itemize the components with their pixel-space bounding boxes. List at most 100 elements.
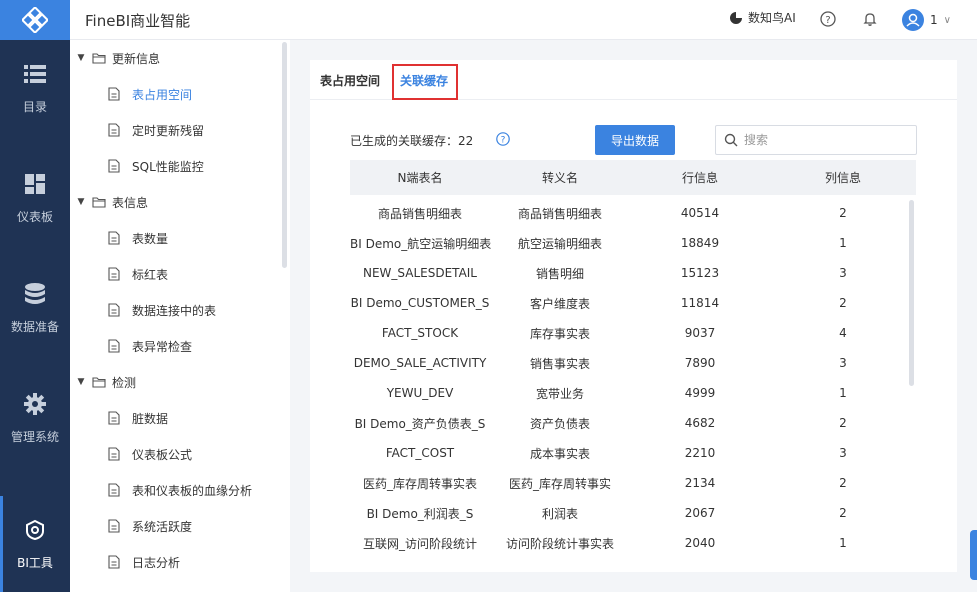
- cell-rows: 9037: [684, 326, 716, 340]
- table-row[interactable]: 互联网_访问阶段统计 访问阶段统计事实表 2040 1: [350, 528, 916, 558]
- cell-rows: 18849: [680, 236, 720, 250]
- cell-alias: 利润表: [541, 506, 578, 521]
- cell-alias: 航空运输明细表: [517, 236, 602, 251]
- tool-tree-panel: ▼ 更新信息表占用空间定时更新残留 SQL性能监控 ▼ 表信息 表数量标红表数据连接中的表…: [70, 40, 290, 592]
- column-header-alias[interactable]: 转义名: [490, 169, 630, 186]
- tree-item-label: 定时更新残留: [132, 123, 205, 138]
- user-menu[interactable]: 1 ∨: [902, 9, 951, 31]
- dashboard-icon: [23, 172, 47, 196]
- svg-text:?: ?: [501, 136, 506, 146]
- nav-item-dashboard[interactable]: 仪表板: [0, 150, 70, 246]
- nav-item-catalog[interactable]: 目录: [0, 40, 70, 136]
- export-data-button[interactable]: 导出数据: [595, 125, 675, 155]
- svg-text:?: ?: [825, 15, 830, 26]
- question-icon[interactable]: ?: [496, 132, 510, 146]
- list-icon: [23, 62, 47, 86]
- tree-item[interactable]: 脏数据: [108, 400, 168, 436]
- tree-item[interactable]: SQL性能监控: [108, 148, 204, 184]
- tree-item[interactable]: 数据连接中的表: [108, 292, 216, 328]
- tree-item[interactable]: 表数量: [108, 220, 168, 256]
- tree-item[interactable]: 表和仪表板的血缘分析: [108, 472, 252, 508]
- caret-down-icon[interactable]: ▼: [74, 53, 88, 63]
- cell-cols: 1: [839, 386, 847, 400]
- cell-n-table: BI Demo_CUSTOMER_S: [350, 296, 490, 310]
- cache-summary-count: 22: [458, 133, 474, 148]
- table-row[interactable]: BI Demo_资产负债表_S 资产负债表 4682 2: [350, 408, 916, 438]
- user-name: 1: [930, 13, 938, 27]
- caret-down-icon[interactable]: ▼: [74, 197, 88, 207]
- app-logo[interactable]: [0, 0, 70, 40]
- cell-cols: 3: [839, 266, 847, 280]
- bi-tool-icon: [23, 518, 47, 542]
- column-header-cols[interactable]: 列信息: [770, 169, 916, 186]
- tree-item[interactable]: 日志分析: [108, 544, 180, 580]
- cell-n-table: 互联网_访问阶段统计: [362, 536, 477, 551]
- cell-n-table: DEMO_SALE_ACTIVITY: [353, 356, 487, 370]
- tree-group[interactable]: ▼ 表信息: [70, 184, 148, 220]
- ai-assistant-button[interactable]: 数知鸟AI: [728, 9, 796, 26]
- table-row[interactable]: BI Demo_航空运输明细表 航空运输明细表 18849 1: [350, 228, 916, 258]
- tree-item-label: SQL性能监控: [132, 159, 204, 174]
- table-row[interactable]: YEWU_DEV 宽带业务 4999 1: [350, 378, 916, 408]
- notification-button[interactable]: [862, 11, 878, 27]
- search-field[interactable]: [715, 125, 917, 155]
- content-card: 表占用空间 关联缓存 已生成的关联缓存： 22 ? 导出数据 N端表名 转义名 …: [310, 60, 957, 572]
- tree-item[interactable]: 表占用空间: [108, 76, 192, 112]
- table-row[interactable]: NEW_SALESDETAIL 销售明细 15123 3: [350, 258, 916, 288]
- tree-item[interactable]: 仪表板公式: [108, 436, 192, 472]
- nav-item-bi-tools[interactable]: BI工具: [0, 496, 70, 592]
- document-icon: [108, 519, 120, 533]
- table-row[interactable]: FACT_COST 成本事实表 2210 3: [350, 438, 916, 468]
- tab-bar: 表占用空间 关联缓存: [310, 60, 957, 100]
- table-row[interactable]: DEMO_SALE_ACTIVITY 销售事实表 7890 3: [350, 348, 916, 378]
- cell-rows: 2210: [684, 446, 716, 460]
- cell-alias: 资产负债表: [529, 416, 590, 431]
- table-row[interactable]: FACT_STOCK 库存事实表 9037 4: [350, 318, 916, 348]
- cell-cols: 2: [839, 506, 847, 520]
- tree-group[interactable]: ▼ 检测: [70, 364, 136, 400]
- tab-table-space[interactable]: 表占用空间: [320, 60, 380, 100]
- cell-rows: 4999: [684, 386, 716, 400]
- tree-item[interactable]: 系统活跃度: [108, 508, 192, 544]
- cache-summary: 已生成的关联缓存： 22: [350, 132, 473, 149]
- caret-down-icon[interactable]: ▼: [74, 377, 88, 387]
- page-scrollbar[interactable]: [970, 530, 977, 580]
- tree-item[interactable]: 表异常检查: [108, 328, 192, 364]
- tree-item-label: 日志分析: [132, 555, 181, 570]
- ai-assistant-label: 数知鸟AI: [748, 11, 796, 25]
- avatar-icon: [902, 9, 924, 31]
- ai-bird-icon: [730, 11, 742, 24]
- tree-item-label: 脏数据: [132, 411, 169, 426]
- tree-group[interactable]: ▼ 更新信息: [70, 40, 160, 76]
- tree-item[interactable]: 定时更新残留: [108, 112, 204, 148]
- tree-item[interactable]: 标红表: [108, 256, 168, 292]
- cell-alias: 医药_库存周转事实: [508, 476, 611, 491]
- finebi-logo-icon: [22, 7, 48, 33]
- tree-item-label: 标红表: [132, 267, 169, 282]
- search-input[interactable]: [744, 133, 904, 147]
- nav-item-data-prep[interactable]: 数据准备: [0, 260, 70, 356]
- database-icon: [23, 282, 47, 306]
- cell-cols: 3: [839, 356, 847, 370]
- table-row[interactable]: BI Demo_利润表_S 利润表 2067 2: [350, 498, 916, 528]
- column-header-n-table[interactable]: N端表名: [350, 169, 490, 186]
- gear-icon: [23, 392, 47, 416]
- cell-n-table: NEW_SALESDETAIL: [362, 266, 477, 280]
- help-button[interactable]: ?: [820, 11, 836, 27]
- table-scrollbar[interactable]: [909, 200, 914, 386]
- cache-summary-label: 已生成的关联缓存：: [350, 134, 459, 148]
- table-row[interactable]: 商品销售明细表 商品销售明细表 40514 2: [350, 198, 916, 228]
- top-header: FineBI商业智能 数知鸟AI ? 1 ∨: [70, 0, 977, 40]
- tree-scrollbar[interactable]: [282, 42, 287, 268]
- table-row[interactable]: 医药_库存周转事实表 医药_库存周转事实 2134 2: [350, 468, 916, 498]
- tree-item-label: 表占用空间: [132, 87, 193, 102]
- cell-cols: 1: [839, 236, 847, 250]
- table-body: 商品销售明细表 商品销售明细表 40514 2 BI Demo_航空运输明细表 航空运输明…: [350, 198, 916, 572]
- table-row[interactable]: BI Demo_CUSTOMER_S 客户维度表 11814 2: [350, 288, 916, 318]
- cell-rows: 11814: [680, 296, 720, 310]
- nav-item-admin[interactable]: 管理系统: [0, 370, 70, 466]
- tab-association-cache[interactable]: 关联缓存: [400, 60, 448, 100]
- column-header-rows[interactable]: 行信息: [630, 169, 770, 186]
- document-icon: [108, 555, 120, 569]
- cell-n-table: BI Demo_航空运输明细表: [350, 236, 492, 251]
